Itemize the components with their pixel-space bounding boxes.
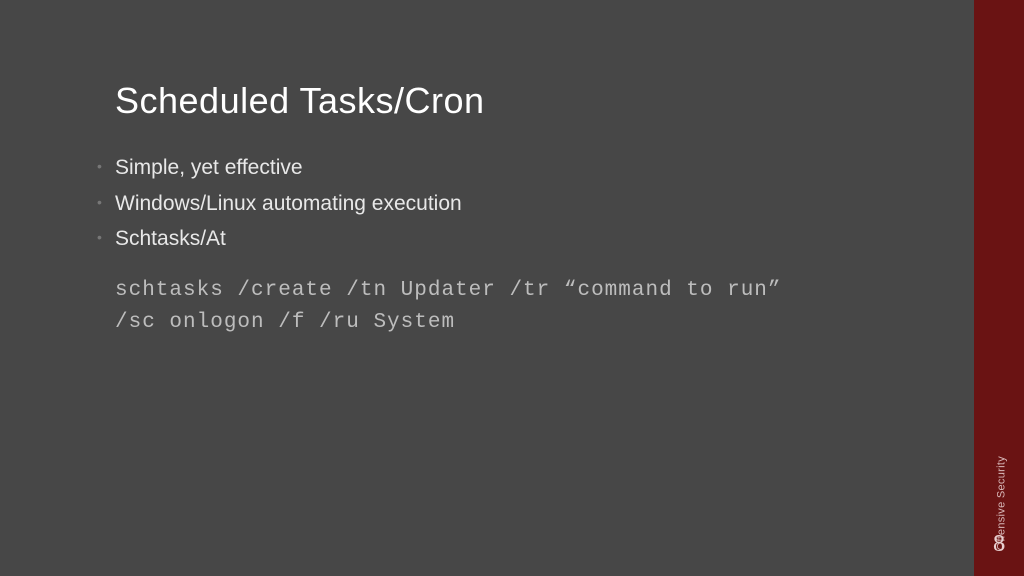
slide-title: Scheduled Tasks/Cron <box>115 80 934 122</box>
sidebar-accent: Offensive Security 8 <box>974 0 1024 576</box>
bullet-list: Simple, yet effective Windows/Linux auto… <box>115 150 934 257</box>
slide-body: Scheduled Tasks/Cron Simple, yet effecti… <box>0 0 974 576</box>
code-example: schtasks /create /tn Updater /tr “comman… <box>115 275 835 338</box>
page-number: 8 <box>974 531 1024 558</box>
bullet-item: Windows/Linux automating execution <box>115 186 934 222</box>
bullet-item: Simple, yet effective <box>115 150 934 186</box>
bullet-item: Schtasks/At <box>115 221 934 257</box>
